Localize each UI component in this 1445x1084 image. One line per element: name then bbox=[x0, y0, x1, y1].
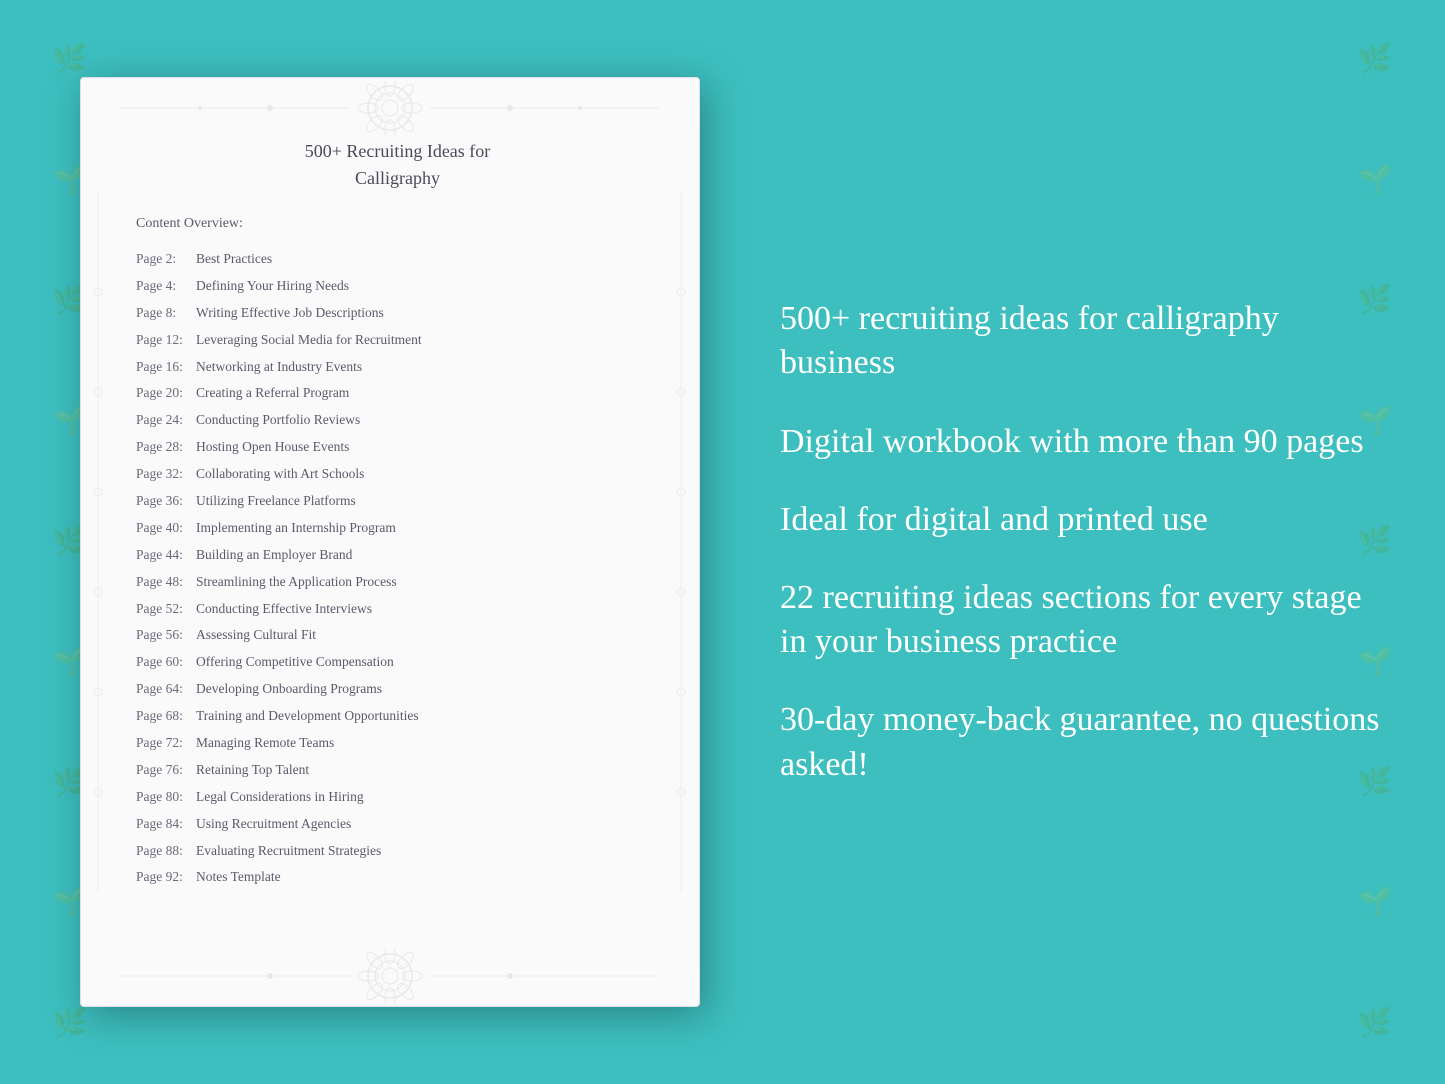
toc-page-title: Conducting Effective Interviews bbox=[196, 600, 372, 619]
toc-page-number: Page 24: bbox=[136, 411, 196, 430]
toc-item: Page 76:Retaining Top Talent bbox=[136, 761, 659, 780]
toc-item: Page 16:Networking at Industry Events bbox=[136, 358, 659, 377]
document-content: 500+ Recruiting Ideas for Calligraphy Co… bbox=[136, 138, 659, 1006]
features-list: 500+ recruiting ideas for calligraphy bu… bbox=[780, 297, 1385, 787]
toc-page-number: Page 36: bbox=[136, 492, 196, 511]
toc-page-title: Collaborating with Art Schools bbox=[196, 465, 364, 484]
toc-item: Page 64:Developing Onboarding Programs bbox=[136, 680, 659, 699]
toc-item: Page 60:Offering Competitive Compensatio… bbox=[136, 653, 659, 672]
toc-item: Page 44:Building an Employer Brand bbox=[136, 546, 659, 565]
toc-page-title: Legal Considerations in Hiring bbox=[196, 788, 364, 807]
feature-item-2: Digital workbook with more than 90 pages bbox=[780, 420, 1385, 464]
toc-item: Page 56:Assessing Cultural Fit bbox=[136, 626, 659, 645]
toc-page-title: Utilizing Freelance Platforms bbox=[196, 492, 356, 511]
feature-item-1: 500+ recruiting ideas for calligraphy bu… bbox=[780, 297, 1385, 385]
toc-page-number: Page 80: bbox=[136, 788, 196, 807]
toc-page-number: Page 4: bbox=[136, 277, 196, 296]
toc-page-number: Page 20: bbox=[136, 384, 196, 403]
toc-item: Page 28:Hosting Open House Events bbox=[136, 438, 659, 457]
toc-page-number: Page 52: bbox=[136, 600, 196, 619]
toc-page-number: Page 48: bbox=[136, 573, 196, 592]
toc-page-title: Managing Remote Teams bbox=[196, 734, 334, 753]
toc-page-number: Page 2: bbox=[136, 250, 196, 269]
toc-page-title: Networking at Industry Events bbox=[196, 358, 362, 377]
toc-page-title: Hosting Open House Events bbox=[196, 438, 349, 457]
toc-page-number: Page 76: bbox=[136, 761, 196, 780]
toc-page-number: Page 92: bbox=[136, 868, 196, 887]
toc-page-title: Offering Competitive Compensation bbox=[196, 653, 394, 672]
toc-item: Page 52:Conducting Effective Interviews bbox=[136, 600, 659, 619]
toc-item: Page 48:Streamlining the Application Pro… bbox=[136, 573, 659, 592]
toc-page-number: Page 88: bbox=[136, 842, 196, 861]
toc-page-title: Using Recruitment Agencies bbox=[196, 815, 351, 834]
toc-page-title: Defining Your Hiring Needs bbox=[196, 277, 349, 296]
toc-page-title: Notes Template bbox=[196, 868, 281, 887]
toc-page-title: Creating a Referral Program bbox=[196, 384, 349, 403]
toc-page-number: Page 68: bbox=[136, 707, 196, 726]
toc-page-title: Leveraging Social Media for Recruitment bbox=[196, 331, 422, 350]
toc-page-number: Page 84: bbox=[136, 815, 196, 834]
toc-page-number: Page 60: bbox=[136, 653, 196, 672]
toc-item: Page 4:Defining Your Hiring Needs bbox=[136, 277, 659, 296]
document-page: 500+ Recruiting Ideas for Calligraphy Co… bbox=[80, 77, 700, 1007]
document-title-line2: Calligraphy bbox=[355, 168, 440, 188]
toc-page-number: Page 28: bbox=[136, 438, 196, 457]
toc-item: Page 40:Implementing an Internship Progr… bbox=[136, 519, 659, 538]
toc-page-title: Building an Employer Brand bbox=[196, 546, 352, 565]
table-of-contents: Page 2:Best PracticesPage 4:Defining You… bbox=[136, 250, 659, 887]
toc-item: Page 20:Creating a Referral Program bbox=[136, 384, 659, 403]
document-title: 500+ Recruiting Ideas for Calligraphy bbox=[136, 138, 659, 192]
toc-page-number: Page 44: bbox=[136, 546, 196, 565]
toc-item: Page 68:Training and Development Opportu… bbox=[136, 707, 659, 726]
doc-pattern-top bbox=[81, 78, 699, 138]
toc-item: Page 32:Collaborating with Art Schools bbox=[136, 465, 659, 484]
feature-item-5: 30-day money-back guarantee, no question… bbox=[780, 698, 1385, 786]
toc-page-title: Best Practices bbox=[196, 250, 272, 269]
toc-page-title: Developing Onboarding Programs bbox=[196, 680, 382, 699]
toc-page-number: Page 12: bbox=[136, 331, 196, 350]
main-container: 500+ Recruiting Ideas for Calligraphy Co… bbox=[0, 0, 1445, 1084]
toc-item: Page 72:Managing Remote Teams bbox=[136, 734, 659, 753]
content-overview-label: Content Overview: bbox=[136, 216, 659, 232]
toc-item: Page 12:Leveraging Social Media for Recr… bbox=[136, 331, 659, 350]
toc-page-number: Page 56: bbox=[136, 626, 196, 645]
toc-item: Page 88:Evaluating Recruitment Strategie… bbox=[136, 842, 659, 861]
features-panel: 500+ recruiting ideas for calligraphy bu… bbox=[760, 297, 1385, 787]
toc-page-title: Conducting Portfolio Reviews bbox=[196, 411, 360, 430]
toc-page-number: Page 32: bbox=[136, 465, 196, 484]
document-title-line1: 500+ Recruiting Ideas for bbox=[305, 141, 491, 161]
toc-page-number: Page 8: bbox=[136, 304, 196, 323]
toc-page-title: Writing Effective Job Descriptions bbox=[196, 304, 384, 323]
toc-page-number: Page 64: bbox=[136, 680, 196, 699]
toc-page-title: Streamlining the Application Process bbox=[196, 573, 397, 592]
feature-item-4: 22 recruiting ideas sections for every s… bbox=[780, 576, 1385, 664]
toc-item: Page 36:Utilizing Freelance Platforms bbox=[136, 492, 659, 511]
toc-page-title: Training and Development Opportunities bbox=[196, 707, 419, 726]
toc-page-number: Page 72: bbox=[136, 734, 196, 753]
toc-page-title: Implementing an Internship Program bbox=[196, 519, 396, 538]
document-mockup: 500+ Recruiting Ideas for Calligraphy Co… bbox=[80, 77, 700, 1007]
feature-item-3: Ideal for digital and printed use bbox=[780, 498, 1385, 542]
toc-page-number: Page 16: bbox=[136, 358, 196, 377]
toc-item: Page 24:Conducting Portfolio Reviews bbox=[136, 411, 659, 430]
toc-page-title: Evaluating Recruitment Strategies bbox=[196, 842, 381, 861]
doc-side-right bbox=[664, 138, 699, 946]
toc-page-number: Page 40: bbox=[136, 519, 196, 538]
toc-item: Page 84:Using Recruitment Agencies bbox=[136, 815, 659, 834]
toc-item: Page 92:Notes Template bbox=[136, 868, 659, 887]
toc-item: Page 80:Legal Considerations in Hiring bbox=[136, 788, 659, 807]
toc-page-title: Retaining Top Talent bbox=[196, 761, 309, 780]
toc-item: Page 2:Best Practices bbox=[136, 250, 659, 269]
toc-item: Page 8:Writing Effective Job Description… bbox=[136, 304, 659, 323]
toc-page-title: Assessing Cultural Fit bbox=[196, 626, 316, 645]
doc-side-left bbox=[81, 138, 116, 946]
